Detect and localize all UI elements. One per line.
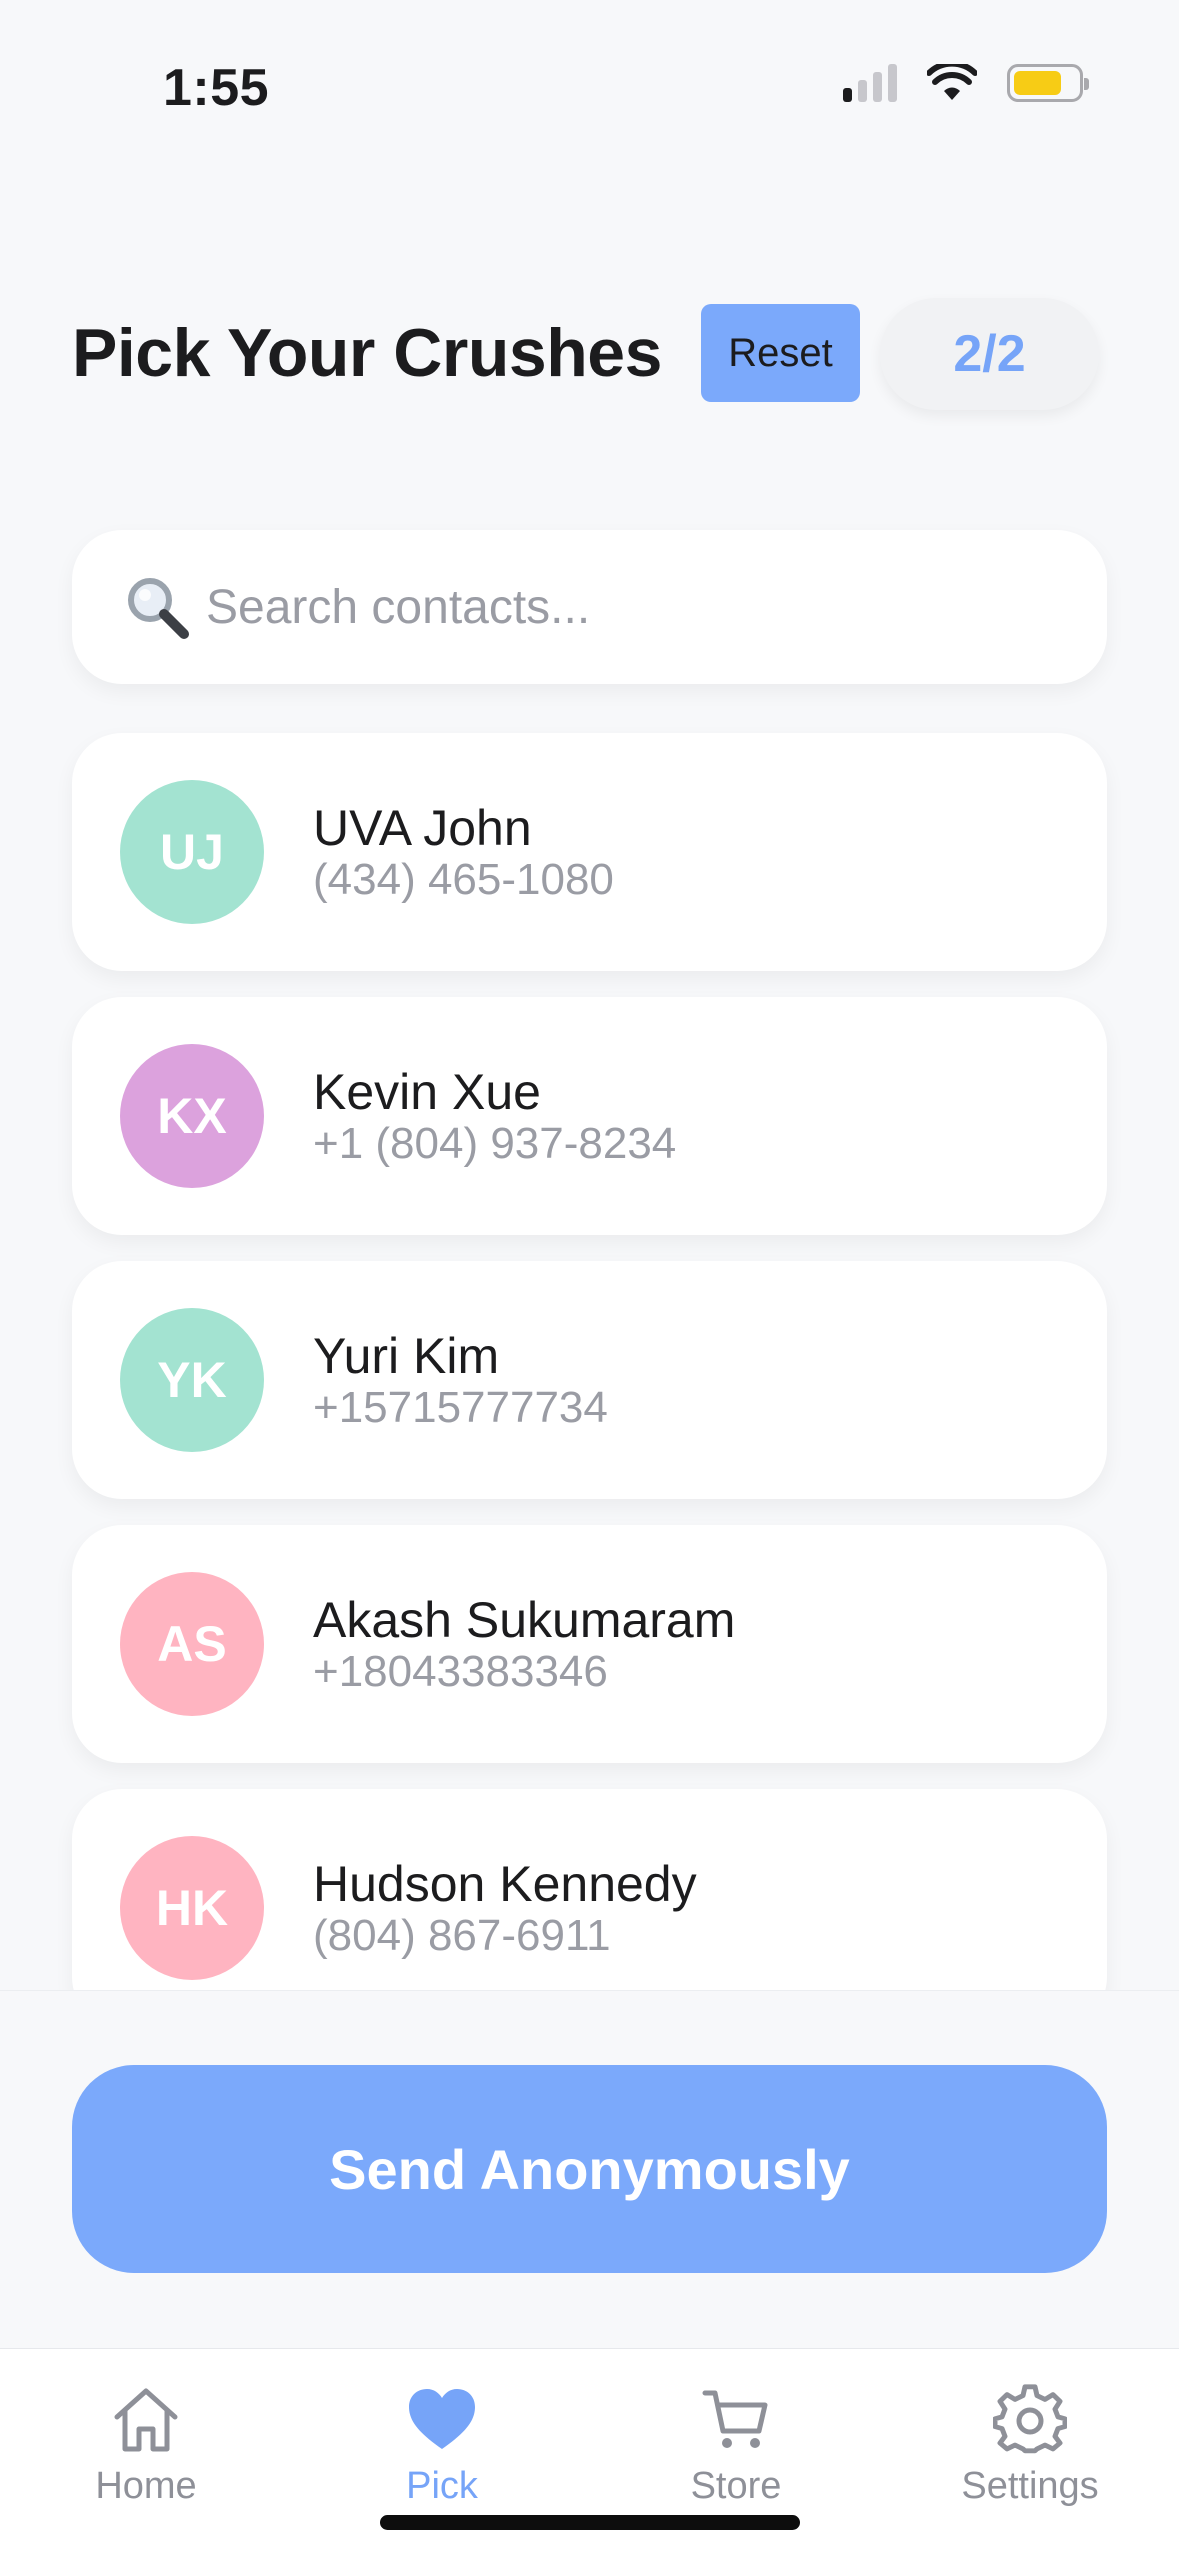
- search-input[interactable]: [206, 579, 1107, 635]
- contact-phone: (804) 867-6911: [313, 1911, 611, 1960]
- contact-phone: +1 (804) 937-8234: [313, 1119, 677, 1168]
- contact-name: Kevin Xue: [313, 1064, 541, 1120]
- contact-phone: +18043383346: [313, 1647, 608, 1696]
- selection-count-badge: 2/2: [880, 298, 1099, 410]
- status-icons: [843, 64, 1089, 102]
- tab-settings[interactable]: Settings: [920, 2383, 1140, 2513]
- avatar: YK: [120, 1308, 264, 1452]
- reset-button[interactable]: Reset: [701, 304, 860, 402]
- tab-label: Pick: [406, 2465, 478, 2507]
- contact-card[interactable]: HK Hudson Kennedy (804) 867-6911: [72, 1789, 1107, 1990]
- contact-card[interactable]: YK Yuri Kim +15715777734: [72, 1261, 1107, 1499]
- home-indicator: [380, 2515, 800, 2530]
- home-icon: [114, 2388, 178, 2452]
- contact-name: UVA John: [313, 800, 532, 856]
- contact-name: Yuri Kim: [313, 1328, 500, 1384]
- contacts-list[interactable]: UJ UVA John (434) 465-1080 KX Kevin Xue …: [0, 700, 1179, 1990]
- battery-level: [1014, 71, 1061, 95]
- tab-label: Store: [690, 2465, 782, 2507]
- avatar: HK: [120, 1836, 264, 1980]
- search-icon: [128, 578, 189, 639]
- tab-store[interactable]: Store: [626, 2383, 846, 2513]
- contact-card[interactable]: UJ UVA John (434) 465-1080: [72, 733, 1107, 971]
- status-time: 1:55: [163, 59, 270, 117]
- search-bar[interactable]: [72, 530, 1107, 684]
- gear-icon: [993, 2384, 1067, 2454]
- send-anonymously-button[interactable]: Send Anonymously: [72, 2065, 1107, 2273]
- battery-icon: [1007, 64, 1089, 102]
- avatar: KX: [120, 1044, 264, 1188]
- contact-card[interactable]: AS Akash Sukumaram +18043383346: [72, 1525, 1107, 1763]
- cart-icon: [702, 2390, 768, 2448]
- tab-home[interactable]: Home: [36, 2383, 256, 2513]
- wifi-icon: [927, 64, 977, 100]
- tab-label: Settings: [961, 2465, 1099, 2507]
- screen: 1:55 Pick Your Crushes Reset 2/2 Search …: [0, 0, 1179, 2556]
- avatar: AS: [120, 1572, 264, 1716]
- heart-icon: [409, 2389, 475, 2449]
- page-title: Pick Your Crushes: [72, 315, 662, 391]
- tab-pick[interactable]: Pick: [332, 2383, 552, 2513]
- avatar: UJ: [120, 780, 264, 924]
- contact-phone: (434) 465-1080: [313, 855, 614, 904]
- contact-phone: +15715777734: [313, 1383, 608, 1432]
- contact-name: Hudson Kennedy: [313, 1856, 697, 1912]
- cellular-signal-icon: [843, 64, 897, 102]
- contact-name: Akash Sukumaram: [313, 1592, 736, 1648]
- tab-label: Home: [95, 2465, 197, 2507]
- contact-card[interactable]: KX Kevin Xue +1 (804) 937-8234: [72, 997, 1107, 1235]
- header: Pick Your Crushes Reset 2/2: [72, 298, 1107, 412]
